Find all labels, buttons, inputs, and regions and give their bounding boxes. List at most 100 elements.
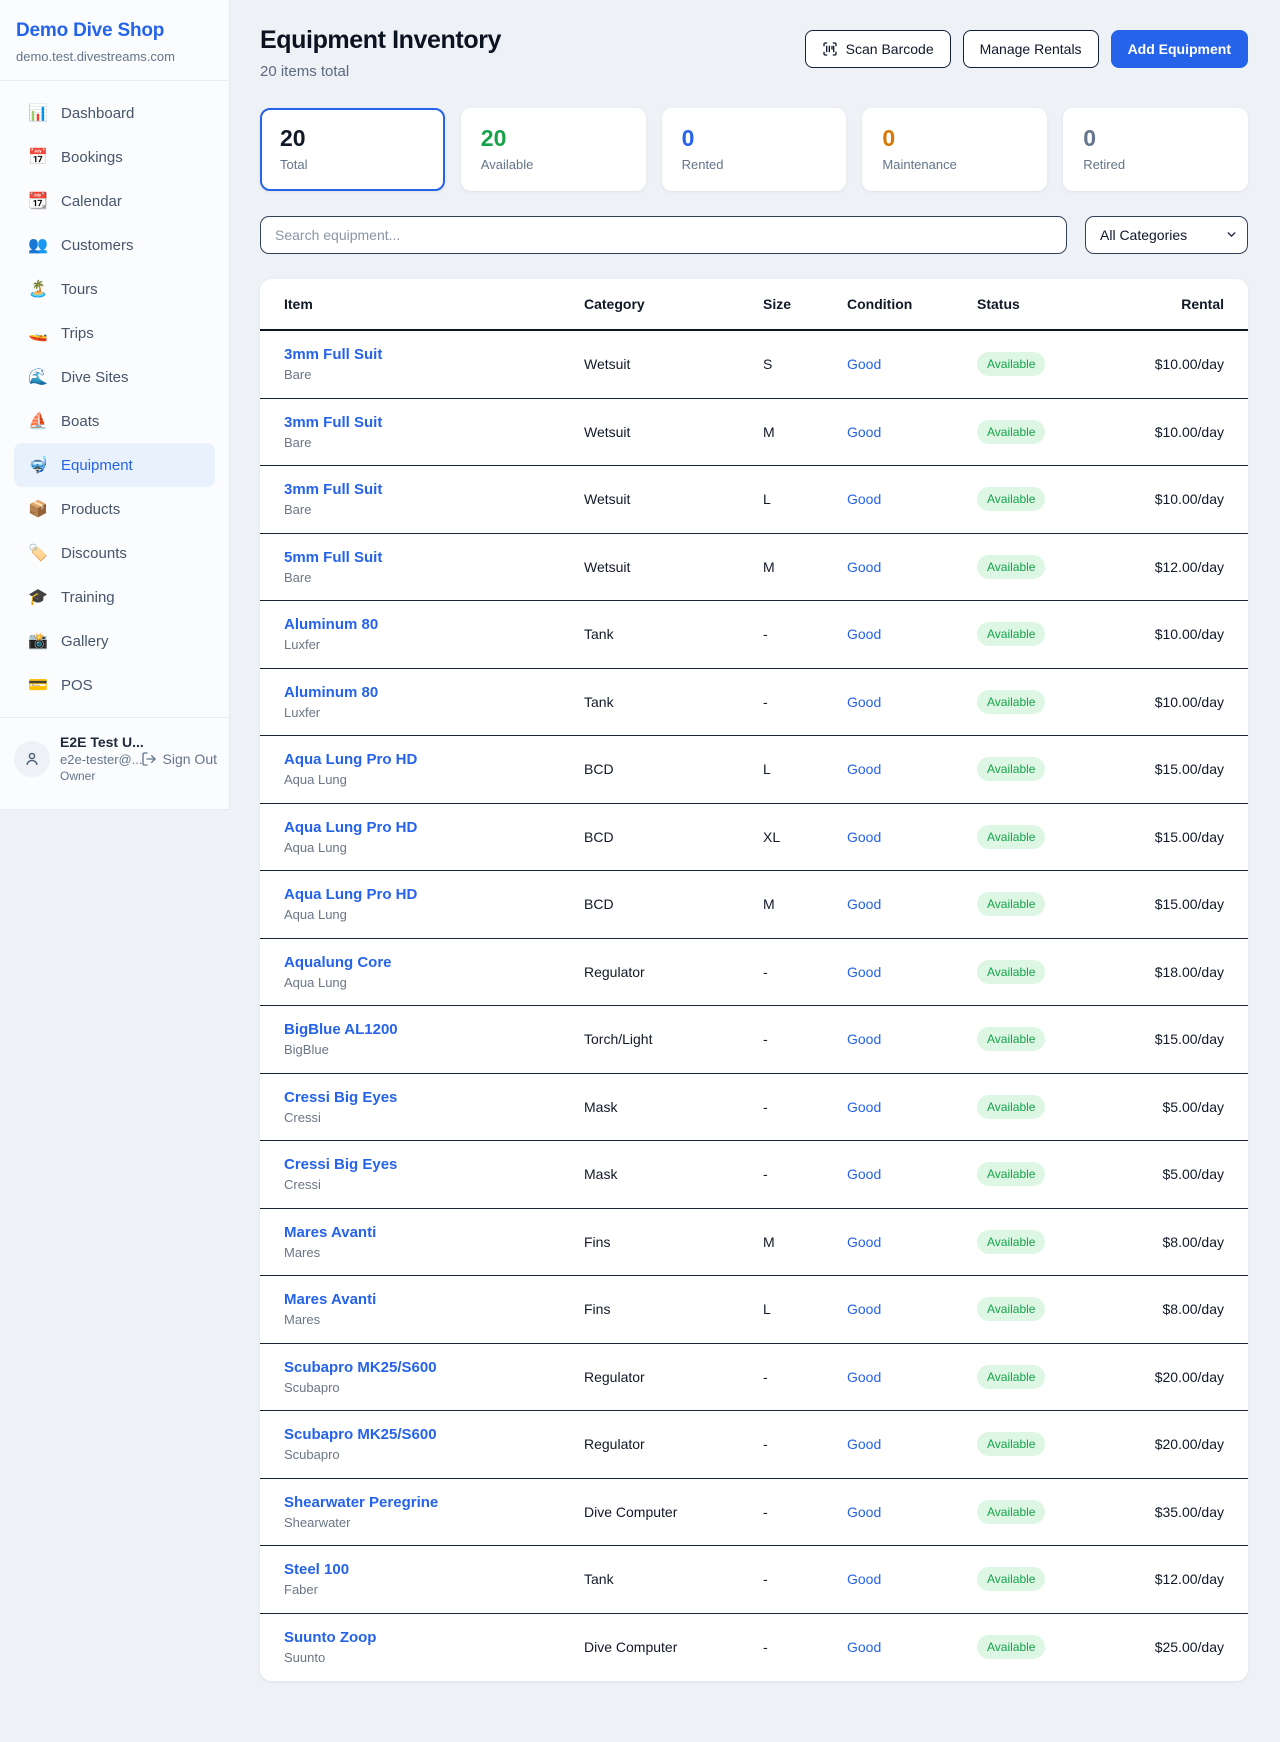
pos-icon: 💳 — [28, 675, 48, 695]
item-name-link[interactable]: Mares Avanti — [284, 1224, 584, 1241]
item-name-link[interactable]: 3mm Full Suit — [284, 346, 584, 363]
sidebar-item-equipment[interactable]: 🤿 Equipment — [14, 443, 215, 487]
sidebar-item-label: Dashboard — [61, 105, 134, 122]
item-name-link[interactable]: 3mm Full Suit — [284, 414, 584, 431]
search-input[interactable] — [260, 216, 1067, 254]
category-cell: Regulator — [584, 964, 763, 980]
condition-link[interactable]: Good — [847, 1234, 977, 1250]
sidebar-item-gallery[interactable]: 📸 Gallery — [14, 619, 215, 663]
table-row: Mares Avanti Mares Fins L Good Available… — [260, 1276, 1248, 1344]
size-cell: L — [763, 761, 847, 777]
condition-link[interactable]: Good — [847, 1166, 977, 1182]
category-cell: Regulator — [584, 1369, 763, 1385]
size-cell: - — [763, 1369, 847, 1385]
condition-link[interactable]: Good — [847, 356, 977, 372]
rental-cell: $8.00/day — [1097, 1301, 1224, 1317]
sidebar-item-trips[interactable]: 🚤 Trips — [14, 311, 215, 355]
column-header-size: Size — [763, 296, 847, 312]
scan-barcode-button[interactable]: Scan Barcode — [805, 30, 951, 68]
add-equipment-button[interactable]: Add Equipment — [1111, 30, 1248, 68]
condition-link[interactable]: Good — [847, 1639, 977, 1655]
condition-link[interactable]: Good — [847, 424, 977, 440]
column-header-status: Status — [977, 296, 1097, 312]
category-cell: Tank — [584, 626, 763, 642]
item-name-link[interactable]: Aluminum 80 — [284, 616, 584, 633]
condition-link[interactable]: Good — [847, 1099, 977, 1115]
condition-link[interactable]: Good — [847, 1031, 977, 1047]
condition-link[interactable]: Good — [847, 559, 977, 575]
item-name-link[interactable]: Aqua Lung Pro HD — [284, 751, 584, 768]
sidebar-item-tours[interactable]: 🏝️ Tours — [14, 267, 215, 311]
item-name-link[interactable]: 5mm Full Suit — [284, 549, 584, 566]
condition-link[interactable]: Good — [847, 896, 977, 912]
stat-card-total[interactable]: 20 Total — [260, 108, 445, 191]
sidebar-item-boats[interactable]: ⛵ Boats — [14, 399, 215, 443]
condition-link[interactable]: Good — [847, 1436, 977, 1452]
item-name-link[interactable]: 3mm Full Suit — [284, 481, 584, 498]
rental-cell: $5.00/day — [1097, 1099, 1224, 1115]
stat-card-maintenance[interactable]: 0 Maintenance — [862, 108, 1047, 191]
item-name-link[interactable]: Suunto Zoop — [284, 1629, 584, 1646]
condition-link[interactable]: Good — [847, 694, 977, 710]
sidebar-item-customers[interactable]: 👥 Customers — [14, 223, 215, 267]
stat-value: 0 — [882, 125, 1027, 152]
column-header-condition: Condition — [847, 296, 977, 312]
rental-cell: $15.00/day — [1097, 829, 1224, 845]
category-select[interactable]: All Categories — [1085, 216, 1248, 254]
user-name: E2E Test U... — [60, 734, 131, 750]
item-cell: Aluminum 80 Luxfer — [284, 616, 584, 652]
condition-link[interactable]: Good — [847, 761, 977, 777]
user-email: e2e-tester@... — [60, 752, 131, 767]
items-total: 20 items total — [260, 63, 501, 80]
size-cell: - — [763, 1166, 847, 1182]
sidebar-item-dashboard[interactable]: 📊 Dashboard — [14, 91, 215, 135]
manage-rentals-button[interactable]: Manage Rentals — [963, 30, 1099, 68]
status-badge: Available — [977, 690, 1045, 714]
status-badge: Available — [977, 1432, 1045, 1456]
sidebar-item-label: Products — [61, 501, 120, 518]
item-name-link[interactable]: Aqua Lung Pro HD — [284, 819, 584, 836]
item-name-link[interactable]: Scubapro MK25/S600 — [284, 1359, 584, 1376]
sidebar-item-pos[interactable]: 💳 POS — [14, 663, 215, 707]
sidebar-item-calendar[interactable]: 📆 Calendar — [14, 179, 215, 223]
condition-link[interactable]: Good — [847, 1504, 977, 1520]
condition-link[interactable]: Good — [847, 626, 977, 642]
item-name-link[interactable]: Scubapro MK25/S600 — [284, 1426, 584, 1443]
item-name-link[interactable]: BigBlue AL1200 — [284, 1021, 584, 1038]
condition-link[interactable]: Good — [847, 1301, 977, 1317]
sidebar-item-bookings[interactable]: 📅 Bookings — [14, 135, 215, 179]
status-cell: Available — [977, 1365, 1097, 1389]
stat-card-retired[interactable]: 0 Retired — [1063, 108, 1248, 191]
condition-link[interactable]: Good — [847, 964, 977, 980]
item-name-link[interactable]: Steel 100 — [284, 1561, 584, 1578]
status-cell: Available — [977, 1230, 1097, 1254]
sidebar-item-label: POS — [61, 677, 93, 694]
item-name-link[interactable]: Cressi Big Eyes — [284, 1156, 584, 1173]
table-body: 3mm Full Suit Bare Wetsuit S Good Availa… — [260, 331, 1248, 1681]
item-cell: 3mm Full Suit Bare — [284, 481, 584, 517]
sign-out-button[interactable]: Sign Out — [141, 751, 217, 767]
sidebar-item-dive-sites[interactable]: 🌊 Dive Sites — [14, 355, 215, 399]
page-header: Equipment Inventory 20 items total Scan … — [260, 26, 1248, 80]
sidebar-item-discounts[interactable]: 🏷️ Discounts — [14, 531, 215, 575]
sidebar-item-label: Trips — [61, 325, 94, 342]
condition-link[interactable]: Good — [847, 829, 977, 845]
item-name-link[interactable]: Shearwater Peregrine — [284, 1494, 584, 1511]
stat-card-rented[interactable]: 0 Rented — [662, 108, 847, 191]
item-name-link[interactable]: Aluminum 80 — [284, 684, 584, 701]
status-cell: Available — [977, 1027, 1097, 1051]
table-row: Steel 100 Faber Tank - Good Available $1… — [260, 1546, 1248, 1614]
condition-link[interactable]: Good — [847, 1369, 977, 1385]
item-name-link[interactable]: Aqua Lung Pro HD — [284, 886, 584, 903]
sidebar-item-products[interactable]: 📦 Products — [14, 487, 215, 531]
status-badge: Available — [977, 622, 1045, 646]
stat-card-available[interactable]: 20 Available — [461, 108, 646, 191]
item-name-link[interactable]: Cressi Big Eyes — [284, 1089, 584, 1106]
item-cell: Mares Avanti Mares — [284, 1291, 584, 1327]
item-name-link[interactable]: Aqualung Core — [284, 954, 584, 971]
sidebar-item-training[interactable]: 🎓 Training — [14, 575, 215, 619]
item-cell: Aqualung Core Aqua Lung — [284, 954, 584, 990]
condition-link[interactable]: Good — [847, 1571, 977, 1587]
item-name-link[interactable]: Mares Avanti — [284, 1291, 584, 1308]
condition-link[interactable]: Good — [847, 491, 977, 507]
